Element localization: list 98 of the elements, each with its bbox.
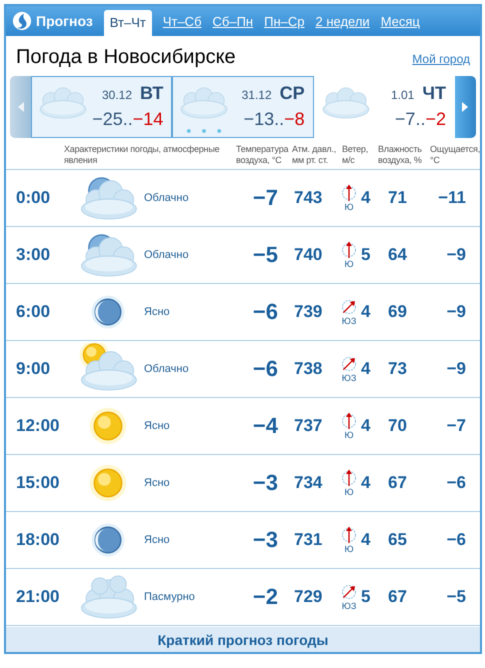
brand-label: Прогноз [36, 13, 93, 29]
feels-like-cell-text: −11 [437, 188, 467, 208]
feels-like-cell-text: −5 [446, 587, 467, 607]
day-date: 1.01 [390, 88, 414, 102]
wind-direction: Ю [344, 202, 354, 212]
condition-text: Ясно [144, 306, 171, 318]
right-triangle-icon [462, 102, 468, 112]
wind-speed-cell: 4 [361, 416, 370, 436]
low-temperature: −7.. [394, 109, 426, 129]
time-cell-text: 18:00 [15, 530, 60, 550]
humidity-cell-text: 73 [387, 359, 408, 379]
condition-text: Облачно [144, 249, 190, 261]
pressure-cell-text: 738 [293, 359, 324, 379]
feels-like-cell-text: −6 [446, 530, 467, 550]
column-header: Характеристики погоды, атмосферные явления [64, 144, 220, 166]
feels-like-cell-text: −7 [446, 416, 467, 436]
logo-icon [12, 11, 32, 31]
period-tab[interactable]: Чт–Сб [162, 14, 202, 36]
wind-speed-cell: 5 [361, 587, 370, 607]
time-cell-text: 21:00 [15, 587, 60, 607]
day-weekday: СР [280, 83, 305, 104]
wind-direction: Ю [344, 430, 354, 440]
day-date: 30.12 [102, 88, 132, 102]
pressure-cell-text: 743 [293, 188, 324, 208]
next-button[interactable] [454, 76, 476, 138]
wind-speed-cell: 4 [361, 302, 370, 322]
left-triangle-icon [18, 102, 24, 112]
condition-text: Ясно [144, 534, 171, 546]
feels-like-cell-text: −9 [446, 359, 467, 379]
temperature-cell-text: −3 [252, 470, 279, 496]
wind-direction: ЮЗ [342, 316, 356, 326]
humidity-cell-text: 67 [387, 473, 408, 493]
humidity-cell-text: 65 [387, 530, 408, 550]
feels-like-cell-text: −9 [446, 245, 467, 265]
low-temperature: −13.. [244, 109, 284, 129]
pressure-cell-text: 729 [293, 587, 324, 607]
temperature-cell-text: −2 [252, 584, 279, 610]
temperature-cell-text: −6 [252, 356, 279, 382]
wind-direction: Ю [344, 259, 354, 269]
pressure-cell-text: 737 [293, 416, 324, 436]
temperature-cell-text: −7 [252, 185, 279, 211]
column-header: Ощущается, °С [430, 144, 482, 166]
column-header: Температура воздуха, °С [236, 144, 290, 166]
pressure-cell-text: 734 [293, 473, 324, 493]
high-temperature: −8 [284, 109, 305, 129]
day-card[interactable]: 31.12 СР −13..−8 [172, 76, 314, 138]
time-cell-text: 12:00 [15, 416, 60, 436]
humidity-cell-text: 71 [387, 188, 408, 208]
time-cell-text: 15:00 [15, 473, 60, 493]
temperature-cell-text: −5 [252, 242, 279, 268]
time-cell-text: 6:00 [15, 302, 52, 322]
day-weekday: ЧТ [422, 83, 446, 104]
time-cell-text: 9:00 [15, 359, 52, 379]
page-title: Погода в Новосибирске [16, 46, 236, 69]
wind-speed-cell: 5 [361, 245, 370, 265]
humidity-cell-text: 67 [387, 587, 408, 607]
low-temperature: −25.. [92, 109, 133, 129]
period-tab[interactable]: Пн–Ср [264, 14, 304, 36]
time-cell-text: 0:00 [15, 188, 52, 208]
day-date: 31.12 [242, 88, 272, 102]
pressure-cell-text: 740 [293, 245, 324, 265]
day-card[interactable]: 30.12 ВТ −25..−14 [31, 76, 172, 138]
temperature-cell-text: −6 [252, 299, 279, 325]
condition-text: Пасмурно [144, 591, 196, 603]
period-tab[interactable]: Месяц [380, 14, 420, 36]
wind-speed-cell: 4 [361, 473, 370, 493]
pressure-cell-text: 731 [293, 530, 324, 550]
high-temperature: −2 [425, 109, 446, 129]
column-header: Влажность воздуха, % [378, 144, 423, 166]
condition-text: Облачно [144, 363, 190, 375]
condition-text: Ясно [144, 420, 171, 432]
humidity-cell-text: 69 [387, 302, 408, 322]
temperature-cell-text: −4 [252, 413, 279, 439]
humidity-cell-text: 64 [387, 245, 408, 265]
wind-direction: Ю [344, 487, 354, 497]
feels-like-cell-text: −9 [446, 302, 467, 322]
wind-direction: ЮЗ [342, 373, 356, 383]
column-header: Ветер, м/с [342, 144, 370, 166]
pressure-cell-text: 739 [293, 302, 324, 322]
day-weekday: ВТ [140, 83, 164, 104]
wind-speed-cell: 4 [361, 188, 370, 208]
wind-direction: Ю [344, 544, 354, 554]
period-tab[interactable]: 2 недели [315, 14, 370, 36]
temperature-cell-text: −3 [252, 527, 279, 553]
day-card[interactable]: 1.01 ЧТ −7..−2 [314, 76, 455, 138]
period-tab[interactable]: Вт–Чт [104, 10, 152, 36]
period-tab[interactable]: Сб–Пн [212, 14, 254, 36]
condition-text: Ясно [144, 477, 171, 489]
my-city-link[interactable]: Мой город [412, 52, 470, 66]
wind-speed-cell: 4 [361, 359, 370, 379]
column-header: Атм. давл., мм рт. ст. [292, 144, 337, 166]
condition-text: Облачно [144, 192, 190, 204]
wind-speed-cell: 4 [361, 530, 370, 550]
feels-like-cell-text: −6 [446, 473, 467, 493]
wind-direction: ЮЗ [342, 601, 356, 611]
high-temperature: −14 [132, 109, 164, 129]
time-cell-text: 3:00 [15, 245, 52, 265]
humidity-cell-text: 70 [387, 416, 408, 436]
